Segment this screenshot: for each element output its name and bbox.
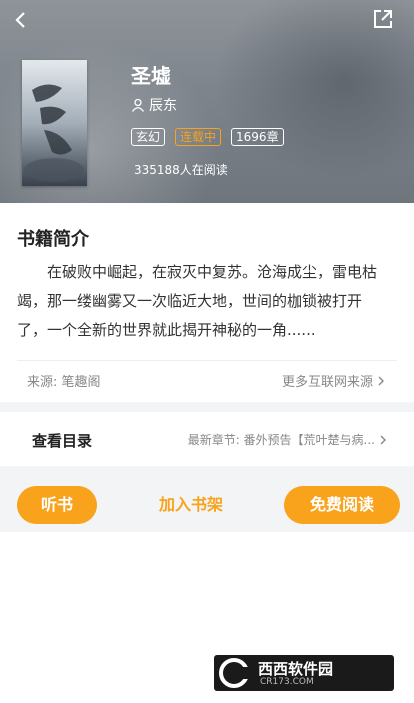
latest-chapter-label: 最新章节: 番外预告【荒叶楚与病... [187, 433, 375, 447]
share-icon[interactable] [372, 8, 394, 30]
book-tags: 玄幻 连载中 1696章 [131, 128, 294, 146]
latest-chapter-link[interactable]: 最新章节: 番外预告【荒叶楚与病... [188, 431, 388, 448]
status-tag: 连载中 [175, 128, 222, 146]
author-name: 辰东 [149, 98, 177, 114]
more-sources-link[interactable]: 更多互联网来源 [282, 371, 386, 390]
genre-tag: 玄幻 [131, 128, 166, 146]
author-row: 辰东 [131, 95, 177, 115]
back-arrow-icon[interactable] [10, 8, 34, 32]
book-header: 圣墟 辰东 玄幻 连载中 1696章 335188人在阅读 [0, 0, 414, 203]
section-separator [0, 402, 414, 412]
watermark-icon [219, 658, 252, 688]
watermark-text: 西西软件园 [258, 660, 334, 678]
catalog-link[interactable]: 查看目录 [32, 430, 92, 451]
reader-count: 335188人在阅读 [134, 163, 228, 177]
chapter-count-tag: 1696章 [231, 128, 284, 146]
user-icon [131, 98, 145, 112]
chevron-right-icon [378, 376, 384, 385]
divider [17, 360, 397, 361]
listen-button[interactable]: 听书 [17, 486, 97, 524]
watermark-logo: 西西软件园 CR173.COM [214, 655, 394, 691]
watermark-url: CR173.COM [260, 677, 314, 687]
book-cover-image[interactable] [22, 60, 87, 186]
chevron-right-icon [380, 435, 386, 444]
free-read-button[interactable]: 免费阅读 [284, 486, 400, 524]
book-detail-content: 书籍简介 在破败中崛起，在寂灭中复苏。沧海成尘，雷电枯竭，那一缕幽雾又一次临近大… [0, 203, 414, 703]
source-label: 来源: 笔趣阁 [27, 375, 101, 390]
intro-heading: 书籍简介 [17, 229, 89, 250]
intro-text: 在破败中崛起，在寂灭中复苏。沧海成尘，雷电枯竭，那一缕幽雾又一次临近大地，世间的… [17, 263, 378, 339]
more-sources-label: 更多互联网来源 [281, 375, 373, 390]
add-to-shelf-button[interactable]: 加入书架 [155, 486, 227, 524]
book-title: 圣墟 [131, 64, 171, 88]
